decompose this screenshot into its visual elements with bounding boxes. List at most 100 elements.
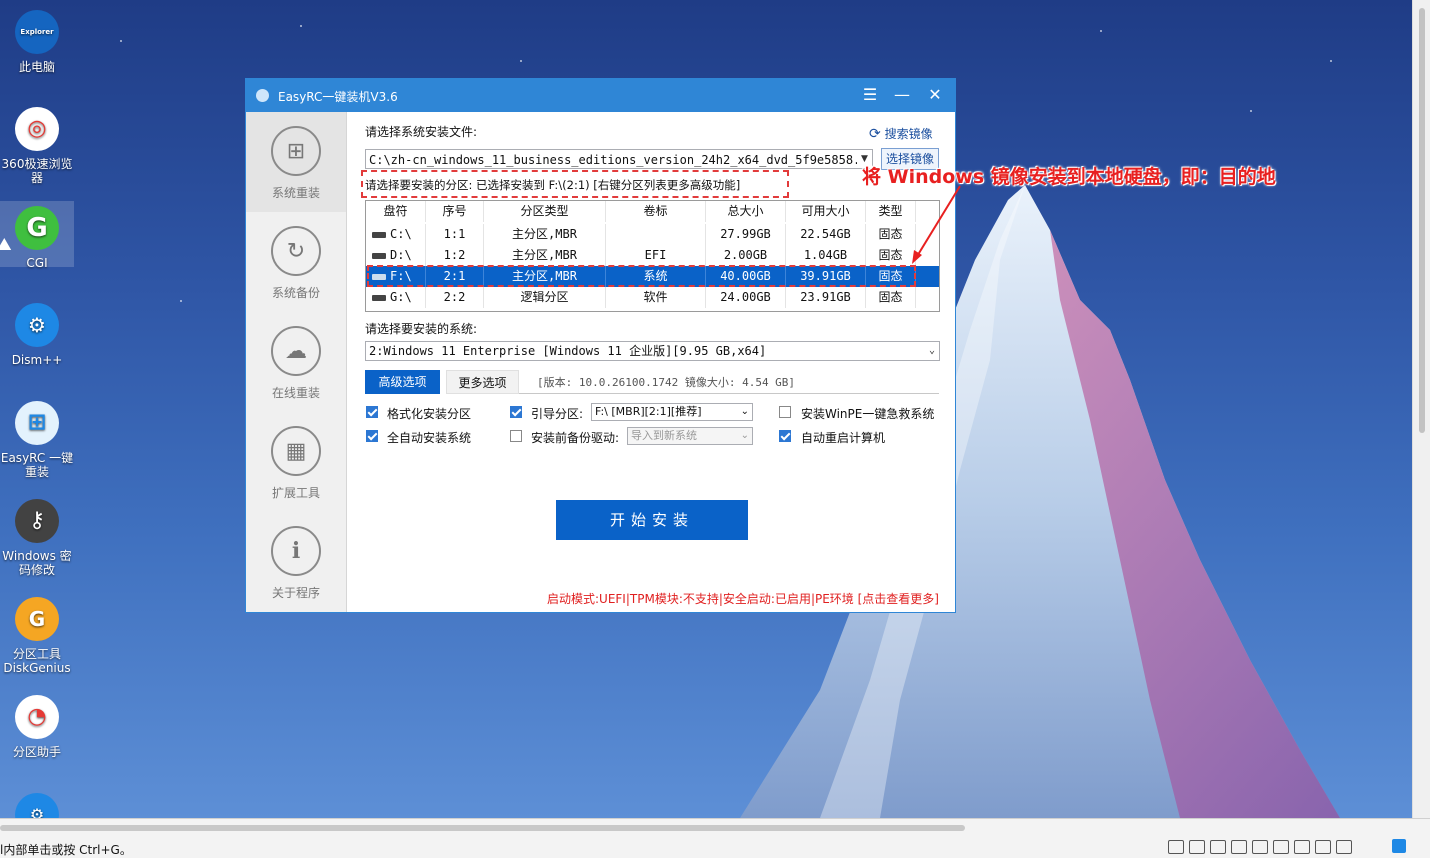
search-image-label: 搜索镜像 [884,127,933,141]
chevron-down-icon: ⌄ [928,345,935,356]
scrollbar-thumb[interactable] [1419,8,1425,433]
status-bar: l内部单击或按 Ctrl+G。 [0,818,1430,858]
drive-icon [372,231,386,238]
network-icon[interactable] [1231,840,1247,854]
menu-icon[interactable]: ☰ [858,84,882,106]
selected-row-highlight-box [367,265,916,287]
tab-more-options[interactable]: 更多选项 [446,370,519,394]
boot-status-line[interactable]: 启动模式:UEFI|TPM模块:不支持|安全启动:已启用|PE环境 [点击查看更… [547,590,939,607]
auto-restart-checkbox[interactable] [779,430,791,442]
easyrc-icon: ⊞ [15,401,59,445]
backup-driver-label: 安装前备份驱动: [531,431,620,445]
tools-icon: ▦ [271,426,321,476]
desktop-icon-360-browser[interactable]: ◎ 360极速浏览 器 [0,107,74,185]
boot-partition-checkbox[interactable] [510,406,522,418]
desktop-icon-label-2: DiskGenius [3,661,71,675]
360-browser-icon: ◎ [15,107,59,151]
table-row[interactable]: C:\ 1:1 主分区,MBR 27.99GB 22.54GB 固态 [366,224,939,245]
printer-icon[interactable] [1294,840,1310,854]
chevron-down-icon: ⌄ [740,406,749,417]
sidebar-item-online-reinstall[interactable]: ☁ 在线重装 [246,312,346,412]
cell-total: 27.99GB [706,224,786,245]
desktop-icon-label: CGI [26,256,48,270]
backup-driver-select[interactable]: 导入到新系统 ⌄ [627,427,753,445]
diskgenius-icon: G [15,597,59,641]
desktop-icon-partition-assistant[interactable]: ◔ 分区助手 [0,695,74,759]
minimize-icon[interactable]: — [890,84,914,106]
sound-icon[interactable] [1252,840,1268,854]
desktop-icon-label: 分区助手 [12,745,61,759]
message-icon[interactable] [1336,840,1352,854]
file-label: 请选择系统安装文件: [365,125,478,139]
cell-index: 2:2 [426,287,484,308]
format-partition-checkbox[interactable] [366,406,378,418]
desktop-icon-windows-password[interactable]: ⚷ Windows 密 码修改 [0,499,74,577]
desktop-icon-dism[interactable]: ⚙ Dism++ [0,303,74,367]
backup-driver-checkbox[interactable] [510,430,522,442]
sidebar-item-system-backup[interactable]: ↻ 系统备份 [246,212,346,312]
easyrc-window: EasyRC一键装机V3.6 ☰ — ✕ ⊞ 系统重装 ↻ 系统备份 ☁ 在线重… [245,78,956,613]
app-tray-icon[interactable] [1392,839,1406,853]
windows-icon: ⊞ [271,126,321,176]
window-titlebar[interactable]: EasyRC一键装机V3.6 ☰ — ✕ [246,79,955,112]
hdd-icon[interactable] [1168,840,1184,854]
cloud-icon: ☁ [271,326,321,376]
boot-partition-label: 引导分区: [531,407,584,421]
vertical-scrollbar[interactable] [1412,0,1430,818]
cell-type: 主分区,MBR [484,245,606,266]
table-row[interactable]: D:\ 1:2 主分区,MBR EFI 2.00GB 1.04GB 固态 [366,245,939,266]
version-info: [版本: 10.0.26100.1742 镜像大小: 4.54 GB] [537,376,796,389]
boot-partition-select[interactable]: F:\ [MBR][2:1][推荐] ⌄ [591,403,753,421]
backup-driver-value: 导入到新系统 [631,429,697,442]
display-icon[interactable] [1315,840,1331,854]
desktop-icon-label: 分区工具 [12,647,61,661]
cell-media: 固态 [866,287,916,308]
usb-icon[interactable] [1273,840,1289,854]
auto-install-checkbox[interactable] [366,430,378,442]
close-icon[interactable]: ✕ [923,84,947,106]
sidebar-item-label: 系统重装 [271,186,320,200]
sidebar-item-about[interactable]: i 关于程序 [246,512,346,612]
system-select[interactable]: 2:Windows 11 Enterprise [Windows 11 企业版]… [365,341,940,361]
cell-total: 24.00GB [706,287,786,308]
column-header: 分区类型 [484,201,606,222]
desktop-icon-easyrc[interactable]: ⊞ EasyRC 一键 重装 [0,401,74,479]
image-path-select[interactable]: C:\zh-cn_windows_11_business_editions_ve… [365,149,873,169]
sidebar-item-label: 系统备份 [271,286,320,300]
desktop-icon-cgi[interactable]: G CGI [0,201,74,270]
desktop-icon-label-2: 重装 [24,465,49,479]
auto-restart-label: 自动重启计算机 [801,431,886,445]
boot-partition-value: F:\ [MBR][2:1][推荐] [595,405,702,418]
cell-index: 1:2 [426,245,484,266]
cd-icon[interactable] [1210,840,1226,854]
sidebar-item-label: 关于程序 [271,586,320,600]
format-partition-label: 格式化安装分区 [387,407,472,421]
sidebar-item-system-reinstall[interactable]: ⊞ 系统重装 [246,112,346,212]
cell-free: 23.91GB [786,287,866,308]
system-label: 请选择要安装的系统: [365,322,478,336]
install-winpe-label: 安装WinPE一键急救系统 [801,407,935,421]
start-install-button[interactable]: 开始安装 [556,500,748,540]
info-icon: i [271,526,321,576]
tab-advanced-options[interactable]: 高级选项 [365,370,440,394]
horizontal-scrollbar[interactable] [0,825,965,831]
cell-drive: G:\ [390,290,412,304]
cell-total: 2.00GB [706,245,786,266]
key-icon: ⚷ [15,499,59,543]
partition-table[interactable]: 盘符 序号 分区类型 卷标 总大小 可用大小 类型 C:\ 1:1 主分区,MB… [365,200,940,312]
table-header: 盘符 序号 分区类型 卷标 总大小 可用大小 类型 [366,201,939,222]
hdd-icon[interactable] [1189,840,1205,854]
desktop-icon-diskgenius[interactable]: G 分区工具 DiskGenius [0,597,74,675]
desktop-icon-label: 此电脑 [18,60,55,74]
dism-icon: ⚙ [15,303,59,347]
sidebar-item-extension-tools[interactable]: ▦ 扩展工具 [246,412,346,512]
table-row[interactable]: G:\ 2:2 逻辑分区 软件 24.00GB 23.91GB 固态 [366,287,939,308]
install-winpe-checkbox[interactable] [779,406,791,418]
desktop-icon-label: Dism++ [11,353,63,367]
search-image-link[interactable]: ⟳ 搜索镜像 [869,125,933,142]
desktop-icon-this-pc[interactable]: Explorer 此电脑 [0,10,74,74]
partition-assistant-icon: ◔ [15,695,59,739]
column-header: 序号 [426,201,484,222]
cell-type: 主分区,MBR [484,224,606,245]
cell-drive: D:\ [390,248,412,262]
